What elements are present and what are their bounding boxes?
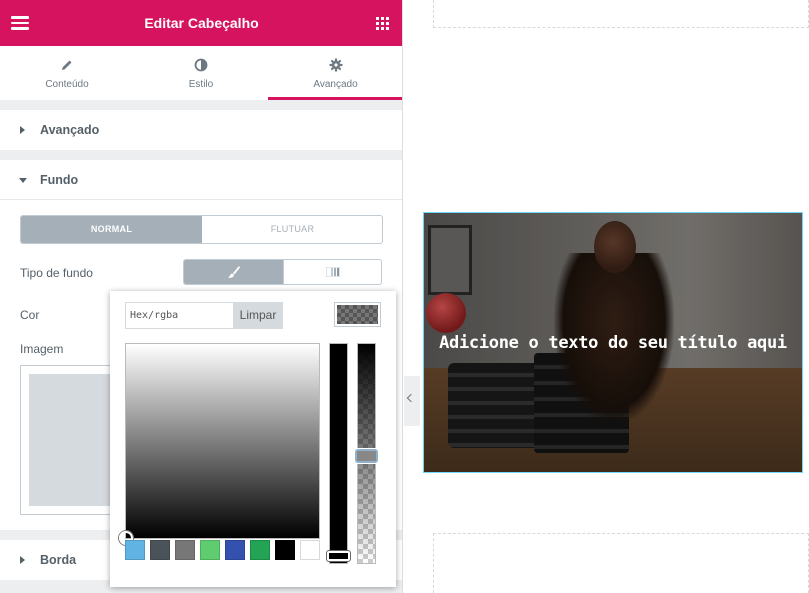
- chevron-left-icon: [406, 393, 416, 403]
- section-advanced-title: Avançado: [40, 123, 100, 137]
- color-swatch[interactable]: [125, 540, 145, 560]
- hex-input[interactable]: Hex/rgba: [125, 302, 233, 329]
- gradient-background-button[interactable]: [283, 260, 381, 284]
- section-border-title: Borda: [40, 553, 77, 567]
- drop-zone-bottom: [433, 533, 809, 593]
- saturation-area[interactable]: [125, 343, 320, 539]
- panel-header: Editar Cabeçalho: [0, 0, 402, 46]
- tab-style-label: Estilo: [188, 79, 214, 90]
- tab-content-label: Conteúdo: [45, 79, 89, 90]
- color-preview: [334, 302, 381, 327]
- color-swatch[interactable]: [275, 540, 295, 560]
- background-type-choices: [183, 259, 382, 285]
- heading-text[interactable]: Adicione o texto do seu título aqui: [424, 333, 802, 353]
- color-swatch[interactable]: [300, 540, 320, 560]
- section-background-title[interactable]: Fundo: [40, 173, 78, 187]
- tab-advanced-label: Avançado: [313, 79, 358, 90]
- background-type-label: Tipo de fundo: [20, 266, 93, 280]
- apps-grid-icon[interactable]: [376, 17, 389, 30]
- state-toggle: NORMAL FLUTUAR: [20, 215, 383, 244]
- divider: [0, 199, 402, 200]
- hue-slider-handle[interactable]: [327, 551, 350, 561]
- section-advanced[interactable]: Avançado: [0, 110, 402, 150]
- tab-advanced[interactable]: Avançado: [268, 46, 402, 100]
- gradient-icon: [326, 267, 340, 277]
- hover-state-button[interactable]: FLUTUAR: [202, 216, 382, 243]
- image-placeholder: [29, 374, 119, 506]
- image-label: Imagem: [20, 342, 64, 356]
- gear-icon: [329, 58, 342, 72]
- collapse-panel-button[interactable]: [404, 376, 420, 426]
- color-swatch[interactable]: [250, 540, 270, 560]
- panel-tabs: Conteúdo Estilo Avançado: [0, 46, 402, 100]
- color-label: Cor: [20, 308, 40, 322]
- color-swatch[interactable]: [175, 540, 195, 560]
- pencil-icon: [62, 60, 72, 70]
- alpha-slider-handle[interactable]: [355, 449, 378, 463]
- classic-background-button[interactable]: [184, 260, 283, 284]
- clear-color-button[interactable]: Limpar: [233, 302, 283, 329]
- contrast-icon: [194, 58, 208, 72]
- caret-right-icon: [20, 126, 25, 134]
- color-swatch[interactable]: [150, 540, 170, 560]
- tab-content[interactable]: Conteúdo: [0, 46, 134, 100]
- tab-style[interactable]: Estilo: [134, 46, 268, 100]
- normal-state-button[interactable]: NORMAL: [21, 216, 202, 243]
- header-section-preview[interactable]: Adicione o texto do seu título aqui: [423, 212, 803, 473]
- panel-title: Editar Cabeçalho: [144, 15, 259, 31]
- color-picker: Hex/rgba Limpar: [110, 291, 396, 587]
- image-chooser[interactable]: [20, 365, 120, 515]
- color-swatch[interactable]: [200, 540, 220, 560]
- drop-zone-top: [433, 0, 809, 28]
- color-swatch[interactable]: [225, 540, 245, 560]
- caret-down-icon[interactable]: [19, 178, 27, 183]
- hue-slider[interactable]: [329, 343, 348, 564]
- caret-right-icon: [20, 556, 25, 564]
- paint-brush-icon: [228, 266, 240, 278]
